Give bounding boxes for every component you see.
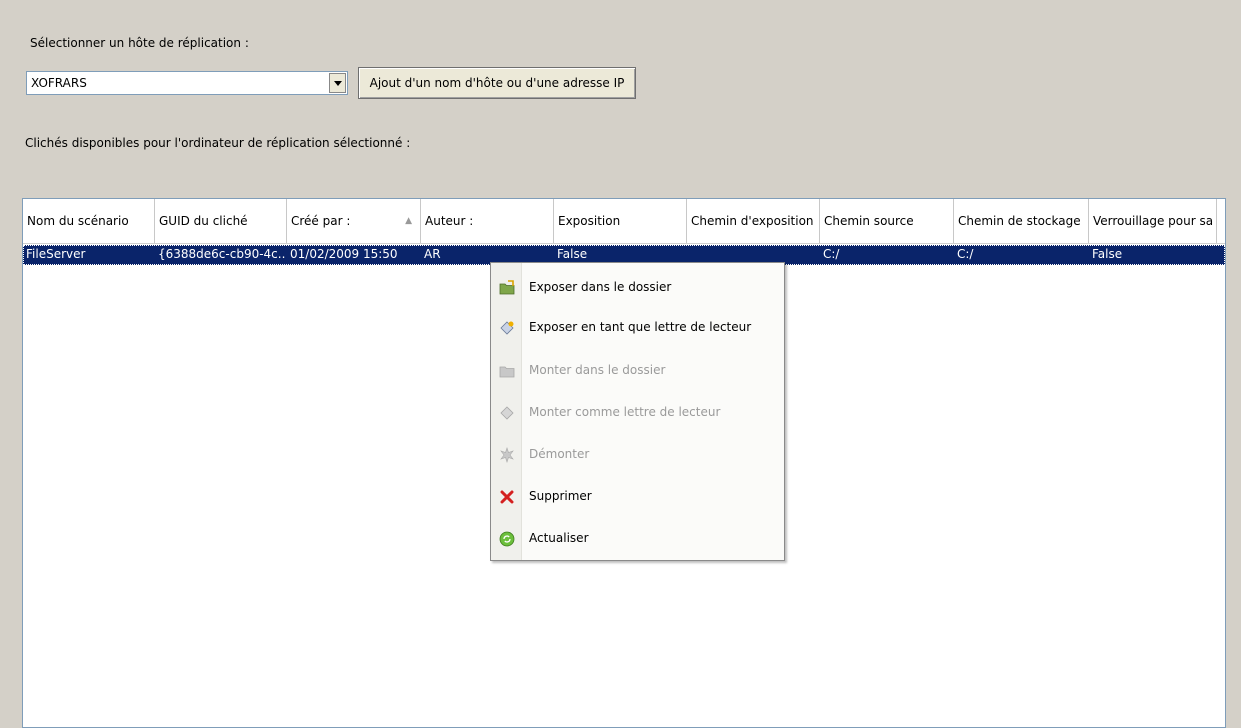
menu-item-mount-folder[interactable]: Monter dans le dossier: [491, 356, 784, 386]
folder-expose-icon: [499, 280, 515, 295]
folder-mount-icon: [499, 366, 515, 378]
menu-item-label: Exposer dans le dossier: [529, 280, 672, 294]
column-header-label: Exposition: [558, 214, 621, 228]
host-label: Sélectionner un hôte de réplication :: [30, 36, 249, 50]
column-header-label: Chemin d'exposition: [691, 214, 814, 228]
column-header-exposure-path[interactable]: Chemin d'exposition: [687, 199, 820, 243]
cell-author: AR: [424, 247, 441, 261]
sort-ascending-icon: ▲: [405, 216, 412, 226]
cell-created: 01/02/2009 15:50: [290, 247, 398, 261]
menu-item-expose-drive[interactable]: Exposer en tant que lettre de lecteur: [491, 313, 784, 343]
host-select[interactable]: XOFRARS: [26, 71, 348, 95]
snapshots-label: Clichés disponibles pour l'ordinateur de…: [25, 136, 411, 150]
cell-source-path: C:/: [823, 247, 840, 261]
cell-guid: {6388de6c-cb90-4c...: [158, 247, 286, 261]
cell-lock: False: [1092, 247, 1123, 261]
column-header-scenario[interactable]: Nom du scénario: [23, 199, 155, 243]
refresh-icon: [499, 531, 515, 547]
column-header-created[interactable]: Créé par : ▲: [287, 199, 421, 243]
context-menu: Exposer dans le dossier Exposer en tant …: [490, 262, 785, 561]
column-header-lock[interactable]: Verrouillage pour sa: [1089, 199, 1217, 243]
host-select-value: XOFRARS: [31, 76, 87, 90]
menu-item-expose-folder[interactable]: Exposer dans le dossier: [491, 273, 784, 303]
column-header-label: Chemin source: [824, 214, 914, 228]
drive-expose-icon: [500, 321, 514, 335]
add-host-button[interactable]: Ajout d'un nom d'hôte ou d'une adresse I…: [358, 67, 636, 99]
cell-exposure: False: [557, 247, 588, 261]
table-header: Nom du scénario GUID du cliché Créé par …: [23, 199, 1225, 244]
menu-item-delete[interactable]: Supprimer: [491, 482, 784, 512]
column-header-label: Auteur :: [425, 214, 474, 228]
menu-item-label: Démonter: [529, 447, 590, 461]
column-header-label: Verrouillage pour sa: [1093, 214, 1214, 228]
column-header-author[interactable]: Auteur :: [421, 199, 554, 243]
column-header-guid[interactable]: GUID du cliché: [155, 199, 287, 243]
column-header-storage-path[interactable]: Chemin de stockage: [954, 199, 1089, 243]
menu-item-label: Exposer en tant que lettre de lecteur: [529, 320, 752, 334]
menu-item-label: Monter comme lettre de lecteur: [529, 405, 721, 419]
cell-storage-path: C:/: [957, 247, 974, 261]
column-header-label: Chemin de stockage: [958, 214, 1081, 228]
menu-item-label: Monter dans le dossier: [529, 363, 666, 377]
column-header-label: Nom du scénario: [27, 214, 129, 228]
menu-item-label: Actualiser: [529, 531, 589, 545]
column-header-exposure[interactable]: Exposition: [554, 199, 687, 243]
cell-scenario: FileServer: [26, 247, 86, 261]
delete-icon: [500, 490, 514, 504]
menu-item-unmount[interactable]: Démonter: [491, 440, 784, 470]
menu-item-refresh[interactable]: Actualiser: [491, 524, 784, 554]
column-header-source-path[interactable]: Chemin source: [820, 199, 954, 243]
menu-item-mount-drive[interactable]: Monter comme lettre de lecteur: [491, 398, 784, 428]
column-header-label: GUID du cliché: [159, 214, 248, 228]
drive-mount-icon: [500, 406, 514, 420]
menu-item-label: Supprimer: [529, 489, 592, 503]
unmount-icon: [500, 447, 514, 463]
column-header-label: Créé par :: [291, 214, 351, 228]
chevron-down-icon[interactable]: [329, 73, 346, 93]
